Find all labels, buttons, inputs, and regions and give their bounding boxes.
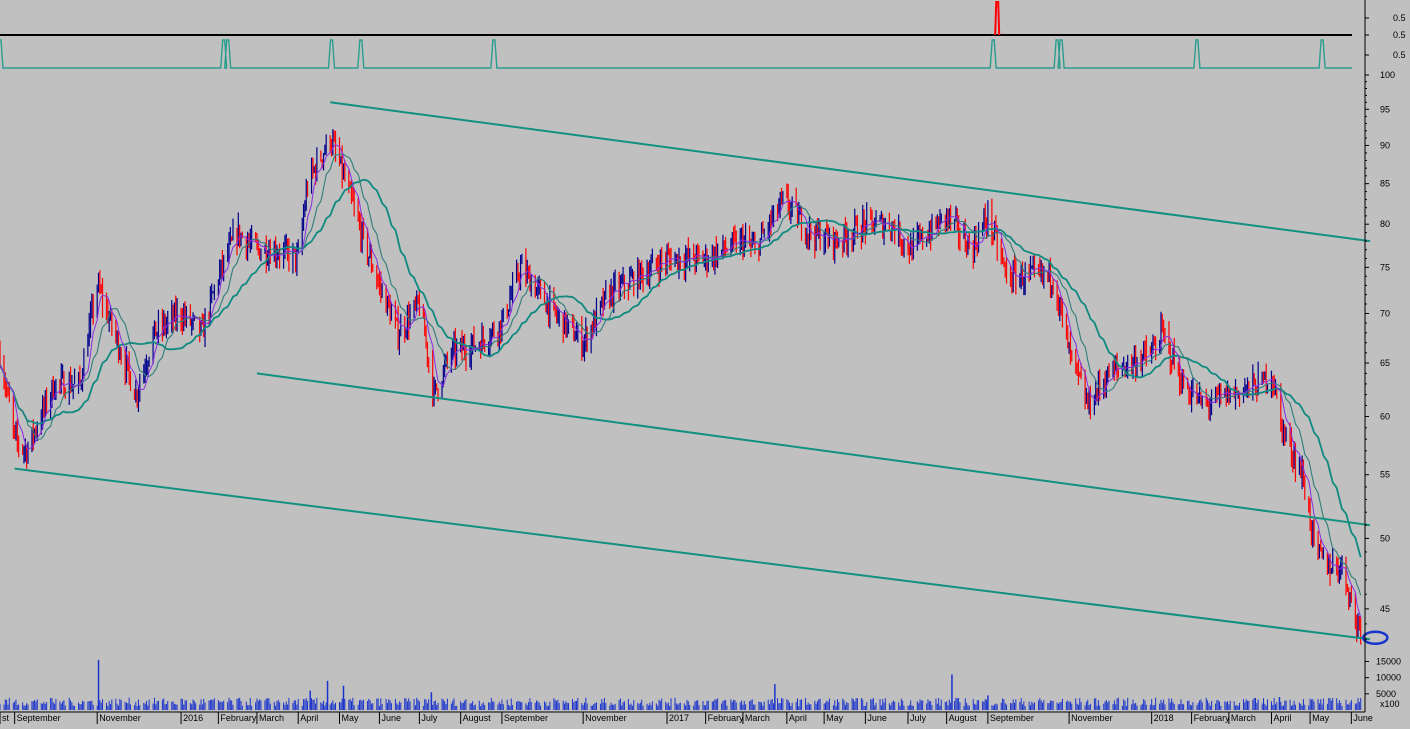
time-tick-label: 2018 xyxy=(1154,713,1174,723)
time-tick-label: June xyxy=(381,713,401,723)
chart-background xyxy=(0,0,1410,724)
time-tick-label: 2017 xyxy=(669,713,689,723)
price-tick-label: 85 xyxy=(1380,179,1390,189)
time-tick-label: June xyxy=(1353,713,1373,723)
volume-scale-label: x100 xyxy=(1380,699,1400,709)
time-tick-label: March xyxy=(259,713,284,723)
time-tick-label: April xyxy=(1273,713,1291,723)
indicator-tick-label: 0.5 xyxy=(1393,30,1406,40)
time-tick-label: July xyxy=(421,713,438,723)
time-tick-label: November xyxy=(585,713,627,723)
chart-canvas: 45 50 55 60 65 70 75 80 85 90 95 100 5000 10000 15000 x… xyxy=(0,0,1410,724)
price-tick-label: 55 xyxy=(1380,470,1390,480)
indicator-tick-label: 0.5 xyxy=(1393,50,1406,60)
volume-tick-label: 15000 xyxy=(1376,656,1401,666)
time-tick-label: March xyxy=(1231,713,1256,723)
time-tick-label: September xyxy=(990,713,1034,723)
volume-tick-label: 10000 xyxy=(1376,673,1401,683)
time-tick-label: September xyxy=(504,713,548,723)
time-tick-label: June xyxy=(867,713,887,723)
price-tick-label: 100 xyxy=(1380,70,1395,80)
stock-chart: 45 50 55 60 65 70 75 80 85 90 95 100 5000 10000 15000 x… xyxy=(0,0,1410,724)
time-tick-label: April xyxy=(300,713,318,723)
price-tick-label: 80 xyxy=(1380,219,1390,229)
time-tick-label: February xyxy=(708,713,745,723)
time-tick-label: st xyxy=(2,713,10,723)
price-tick-label: 70 xyxy=(1380,308,1390,318)
price-tick-label: 95 xyxy=(1380,104,1390,114)
time-tick-label: February xyxy=(1194,713,1231,723)
indicator-tick-label: 0.5 xyxy=(1393,13,1406,23)
price-tick-label: 90 xyxy=(1380,140,1390,150)
time-tick-label: February xyxy=(220,713,257,723)
time-tick-label: November xyxy=(99,713,141,723)
price-tick-label: 45 xyxy=(1380,604,1390,614)
price-tick-label: 60 xyxy=(1380,412,1390,422)
time-tick-label: May xyxy=(342,713,360,723)
time-tick-label: 2016 xyxy=(183,713,203,723)
time-tick-label: September xyxy=(17,713,61,723)
time-tick-label: March xyxy=(745,713,770,723)
time-tick-label: November xyxy=(1071,713,1113,723)
time-tick-label: August xyxy=(463,713,492,723)
time-tick-label: April xyxy=(789,713,807,723)
time-tick-label: May xyxy=(1312,713,1330,723)
time-tick-label: May xyxy=(826,713,844,723)
time-tick-label: August xyxy=(949,713,978,723)
time-tick-label: July xyxy=(910,713,927,723)
price-tick-label: 75 xyxy=(1380,262,1390,272)
volume-tick-label: 5000 xyxy=(1376,689,1396,699)
price-tick-label: 50 xyxy=(1380,533,1390,543)
price-tick-label: 65 xyxy=(1380,358,1390,368)
